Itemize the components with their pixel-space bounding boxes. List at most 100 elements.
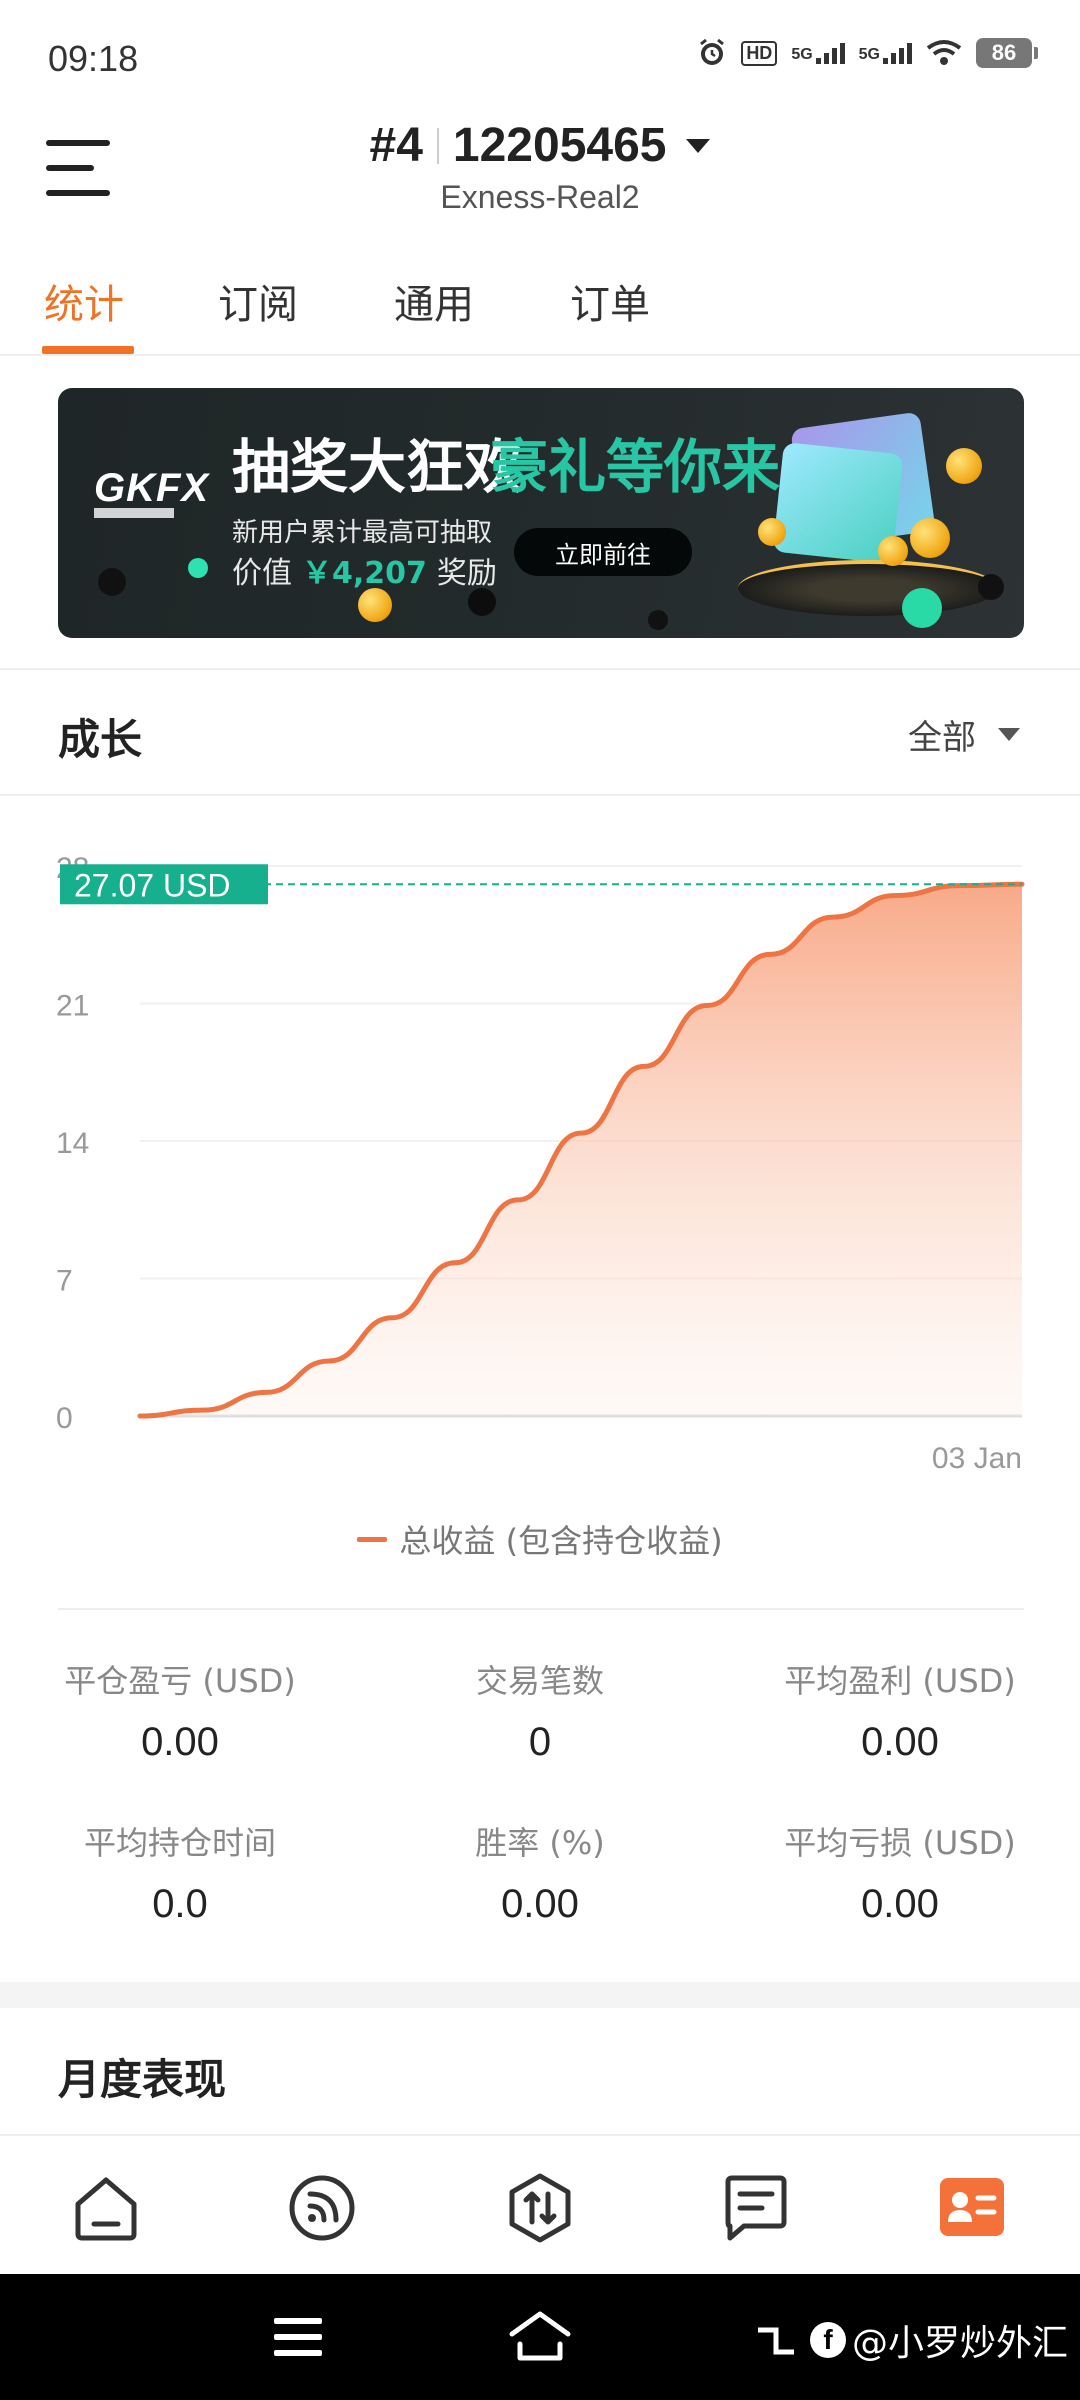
legend-label: 总收益 (包含持仓收益) (399, 1522, 723, 1560)
banner-reward-suffix: 奖励 (436, 556, 497, 591)
system-recents-button[interactable] (274, 2318, 322, 2356)
section-gap (0, 1982, 1080, 2008)
banner-brand-logo: GKFX (94, 466, 210, 510)
nav-signals[interactable] (286, 2172, 358, 2244)
banner-stage-graphic (738, 560, 998, 616)
stat-label: 交易笔数 (475, 1662, 604, 1700)
stat-value: 0.00 (861, 1882, 939, 1926)
stat-label: 平均亏损 (USD) (784, 1824, 1016, 1862)
stat-label: 胜率 (%) (475, 1824, 605, 1862)
stat-avg-profit: 平均盈利 (USD) 0.00 (720, 1656, 1080, 1765)
system-home-icon[interactable] (508, 2310, 572, 2364)
stat-avg-hold-time: 平均持仓时间 0.0 (0, 1818, 360, 1927)
system-nav-bar: f @小罗炒外汇 (0, 2274, 1080, 2400)
status-time: 09:18 (48, 38, 139, 79)
banner-coin-graphic (946, 448, 982, 484)
home-icon (75, 2177, 137, 2241)
banner-coin-graphic (910, 518, 950, 558)
app-header: #4 12205465 Exness-Real2 (0, 110, 1080, 260)
account-index: #4 (369, 119, 423, 172)
signal-bars-2-icon (883, 42, 912, 64)
profile-icon (940, 2178, 1004, 2236)
account-separator (436, 127, 439, 164)
menu-icon-line (274, 2318, 322, 2324)
banner-ball-graphic (98, 568, 126, 596)
monthly-performance-title: 月度表现 (58, 2055, 227, 2104)
watermark-text: @小罗炒外汇 (851, 2323, 1068, 2364)
growth-range-filter[interactable]: 全部 (908, 710, 1020, 759)
stat-label: 平仓盈亏 (USD) (64, 1662, 296, 1700)
banner-logo-underline (94, 508, 174, 518)
banner-subtitle: 新用户累计最高可抽取 (232, 518, 493, 548)
banner-ball-graphic (978, 574, 1004, 600)
chart-current-value-label: 27.07 USD (74, 867, 231, 903)
network-label-2: 5G (858, 46, 880, 63)
nav-home[interactable] (70, 2172, 142, 2244)
stat-closed-pnl: 平仓盈亏 (USD) 0.00 (0, 1656, 360, 1765)
menu-icon-line (274, 2334, 322, 2340)
account-number: 12205465 (452, 119, 667, 172)
banner-coin-graphic (758, 518, 786, 546)
banner-ball-graphic (468, 588, 496, 616)
account-server: Exness-Real2 (440, 179, 640, 215)
growth-header: 成长 全部 (0, 670, 1080, 796)
banner-ball-graphic (902, 588, 942, 628)
chart-y-tick-label: 0 (56, 1402, 73, 1435)
network-label-1: 5G (791, 46, 813, 63)
nav-profile[interactable] (936, 2172, 1008, 2244)
hd-indicator: HD (741, 40, 778, 66)
menu-icon-line (274, 2350, 322, 2356)
stat-trade-count: 交易笔数 0 (360, 1656, 720, 1765)
tab-stats[interactable]: 统计 (44, 272, 124, 330)
wifi-icon (926, 40, 962, 65)
network-5g-2: 5G (859, 42, 912, 64)
stat-value: 0.0 (152, 1882, 208, 1926)
tab-bar: 统计 订阅 通用 订单 (0, 260, 1080, 356)
stat-avg-loss: 平均亏损 (USD) 0.00 (720, 1818, 1080, 1927)
growth-title: 成长 (58, 715, 143, 764)
chevron-down-icon (998, 728, 1020, 741)
message-icon (725, 2175, 787, 2241)
legend-swatch (357, 1536, 388, 1542)
facebook-icon: f (809, 2322, 846, 2358)
legend-divider (58, 1608, 1024, 1610)
chart-y-tick-label: 7 (56, 1265, 73, 1298)
banner-coin-graphic (358, 588, 392, 622)
banner-reward-amount: ￥4,207 (302, 556, 427, 591)
alarm-icon (700, 38, 725, 65)
chart-x-tick-label: 03 Jan (932, 1442, 1022, 1475)
nav-messages[interactable] (720, 2172, 792, 2244)
status-icons: HD 5G 5G 86 (697, 38, 1038, 68)
watermark: f @小罗炒外汇 (756, 2314, 1068, 2366)
bottom-nav (0, 2134, 1080, 2274)
network-5g-1: 5G (791, 42, 845, 64)
chart-legend: 总收益 (包含持仓收益) (0, 1516, 1080, 1562)
stat-value: 0 (528, 1720, 552, 1764)
banner-reward-prefix: 价值 (232, 556, 292, 591)
banner-reward-line: 价值 ￥4,207 奖励 (232, 548, 497, 592)
banner-ball-graphic (648, 610, 668, 630)
watermark-logo-icon (757, 2327, 794, 2355)
signal-bars-1-icon (815, 42, 845, 64)
status-bar: 09:18 HD 5G 5G 86 (0, 0, 1080, 110)
chart-y-tick-label: 14 (56, 1127, 89, 1160)
stat-label: 平均盈利 (USD) (784, 1662, 1016, 1700)
tab-subscriptions[interactable]: 订阅 (218, 272, 298, 330)
stat-value: 0.00 (501, 1882, 579, 1926)
trade-icon (509, 2173, 571, 2243)
tab-general[interactable]: 通用 (394, 272, 474, 330)
growth-chart[interactable]: 0714212827.07 USD03 Jan (0, 800, 1080, 1480)
chart-area-fill (140, 884, 1022, 1416)
nav-trade[interactable] (504, 2172, 576, 2244)
account-selector[interactable]: #4 12205465 Exness-Real2 (0, 118, 1080, 216)
banner-coin-graphic (878, 536, 908, 566)
banner-cta-button[interactable]: 立即前往 (514, 528, 692, 576)
banner-title-green: 豪礼等你来 (490, 433, 781, 501)
chevron-down-icon (686, 138, 711, 153)
growth-chart-svg: 0714212827.07 USD03 Jan (56, 852, 1025, 1475)
tab-orders[interactable]: 订单 (570, 272, 650, 330)
stat-value: 0.00 (141, 1720, 219, 1764)
battery-indicator: 86 (976, 38, 1038, 68)
promo-banner[interactable]: GKFX 抽奖大狂欢 豪礼等你来 新用户累计最高可抽取 价值 ￥4,207 奖励… (58, 388, 1024, 638)
active-tab-indicator (42, 346, 134, 354)
